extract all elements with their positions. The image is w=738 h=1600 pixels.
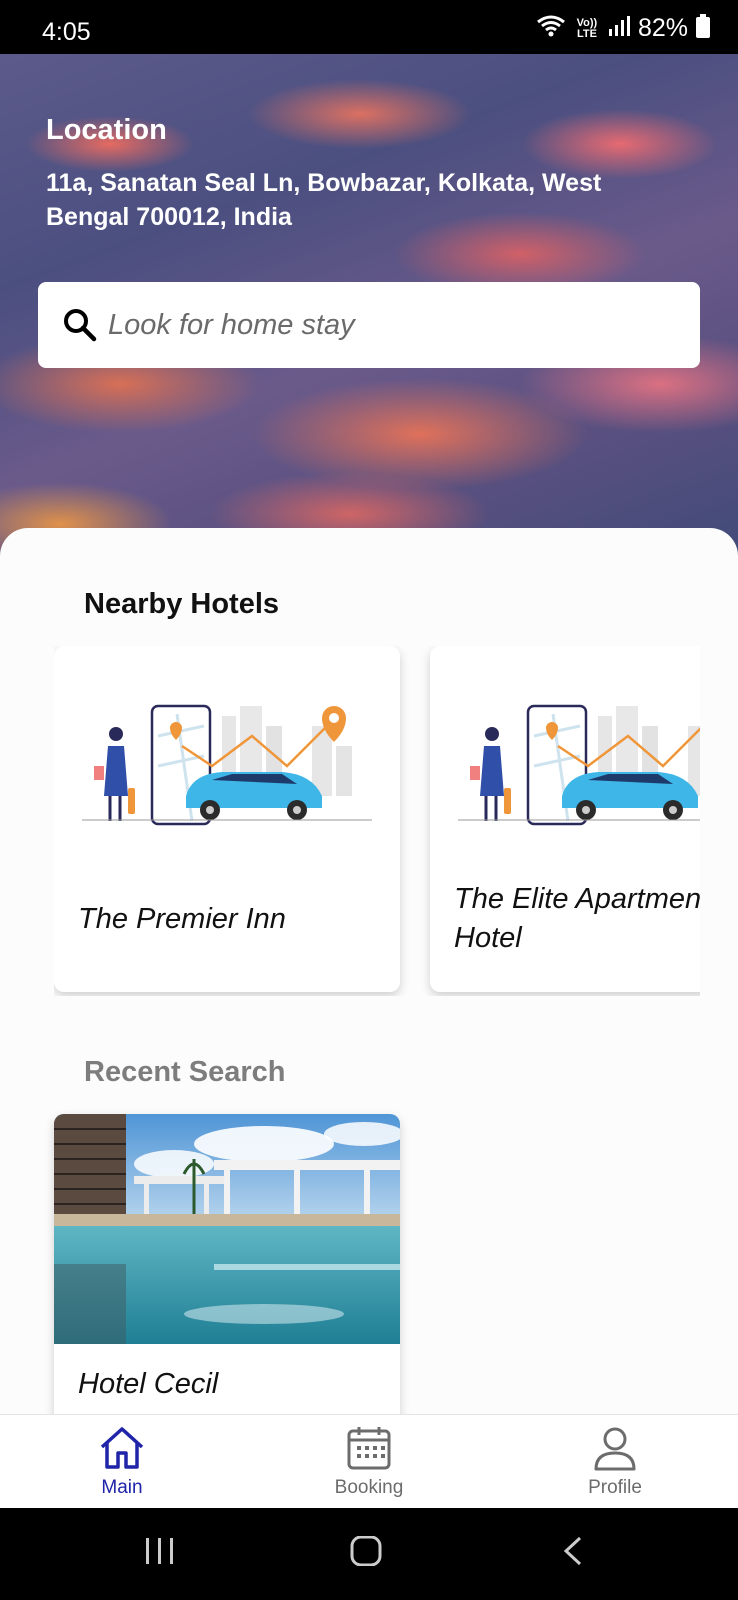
travel-illustration — [82, 704, 372, 826]
nav-main-label: Main — [101, 1477, 143, 1498]
status-bar: 4:05 Vo)) LTE 82% — [0, 0, 738, 54]
nearby-hotels-carousel[interactable]: The Premier Inn The Elite Apartment Hote… — [54, 646, 700, 996]
bottom-nav: Main Booking Profile — [0, 1414, 738, 1508]
hotel-card[interactable]: The Elite Apartment Hotel — [430, 646, 700, 992]
battery-percent: 82% — [637, 14, 688, 42]
search-bar[interactable] — [38, 282, 700, 368]
wifi-icon — [536, 14, 566, 43]
recent-hotel-name: Hotel Cecil — [78, 1368, 219, 1400]
nav-main[interactable]: Main — [62, 1425, 182, 1499]
travel-illustration — [458, 704, 700, 826]
hotel-name: The Elite Apartment Hotel — [454, 883, 700, 954]
search-input[interactable] — [108, 308, 668, 342]
home-button[interactable] — [350, 1535, 382, 1571]
hotel-name: The Premier Inn — [78, 903, 286, 935]
system-nav-bar — [0, 1508, 738, 1600]
signal-icon — [608, 15, 630, 42]
location-address[interactable]: 11a, Sanatan Seal Ln, Bowbazar, Kolkata,… — [46, 166, 686, 234]
nav-profile-label: Profile — [588, 1477, 642, 1498]
nav-profile[interactable]: Profile — [555, 1425, 675, 1499]
home-icon — [62, 1425, 182, 1471]
status-icons: Vo)) LTE 82% — [536, 14, 710, 43]
back-button[interactable] — [562, 1536, 584, 1571]
content-sheet: Nearby Hotels The Premier Inn The Elite … — [0, 528, 738, 1414]
user-icon — [555, 1425, 675, 1471]
search-icon[interactable] — [60, 305, 100, 345]
volte-icon: Vo)) LTE — [576, 16, 598, 40]
location-title: Location — [46, 114, 167, 146]
nearby-hotels-title: Nearby Hotels — [84, 588, 280, 620]
hotel-photo — [54, 1114, 400, 1344]
status-time: 4:05 — [42, 18, 91, 46]
hotel-card[interactable]: The Premier Inn — [54, 646, 400, 992]
calendar-icon — [309, 1425, 429, 1471]
recent-hotel-card[interactable]: Hotel Cecil — [54, 1114, 400, 1414]
location-header: Location 11a, Sanatan Seal Ln, Bowbazar,… — [0, 54, 738, 574]
battery-icon — [696, 14, 710, 43]
nav-booking[interactable]: Booking — [309, 1425, 429, 1499]
nav-booking-label: Booking — [334, 1477, 404, 1498]
recents-button[interactable] — [144, 1536, 176, 1571]
recent-search-title: Recent Search — [84, 1056, 286, 1088]
